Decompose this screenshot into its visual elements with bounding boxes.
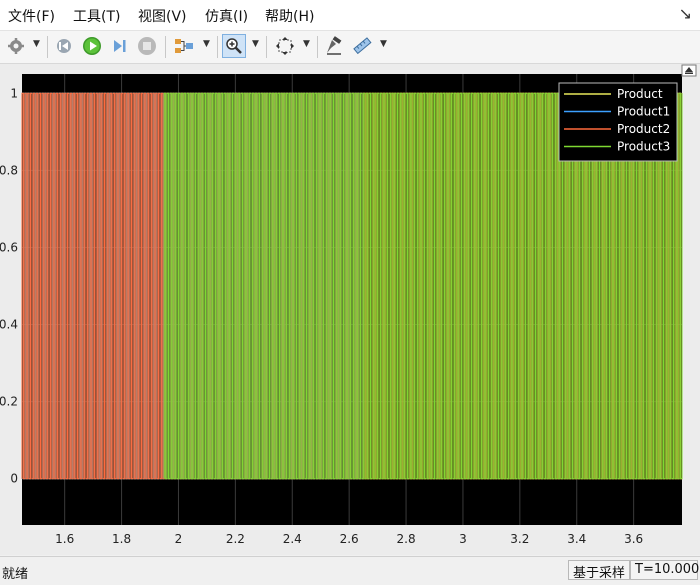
x-tick-label: 1.8	[112, 532, 131, 546]
y-tick-label: 0.8	[0, 163, 18, 177]
menu-file[interactable]: 文件(F)	[8, 6, 55, 26]
gear-dropdown-icon[interactable]: ▼	[33, 39, 40, 49]
status-text: 就绪	[2, 567, 29, 582]
x-tick-label: 1.6	[55, 532, 74, 546]
x-tick-label: 3.2	[510, 532, 529, 546]
y-tick-label: 0.2	[0, 395, 18, 409]
measure-icon[interactable]	[350, 34, 374, 58]
toolbar: ▼ ▼ ▼ ▼ ▼	[0, 31, 700, 64]
fit-dropdown-icon[interactable]: ▼	[303, 39, 310, 49]
sample-mode-indicator: 基于采样	[568, 560, 631, 581]
scope-chart[interactable]: 1.6 1.8 2 2.2 2.4 2.6 2.8 3 3.2 3.4 3.6 0 0.2 0.4 0.6 0…	[0, 64, 700, 555]
y-tick-label: 0.4	[0, 318, 18, 332]
legend-label: Product1	[617, 105, 670, 119]
x-tick-label: 3.4	[567, 532, 586, 546]
legend[interactable]: Product Product1 Product2 Product3	[558, 82, 678, 162]
toolbar-separator	[165, 36, 166, 58]
legend-label: Product2	[617, 122, 670, 136]
x-tick-label: 3.6	[624, 532, 643, 546]
x-tick-label: 2.4	[283, 532, 302, 546]
toolbar-separator	[47, 36, 48, 58]
signal-select-icon[interactable]	[172, 34, 196, 58]
signal-select-dropdown-icon[interactable]: ▼	[203, 39, 210, 49]
status-bar: 就绪 基于采样 T=10.000	[0, 556, 700, 585]
x-tick-label: 2	[175, 532, 183, 546]
play-icon[interactable]	[80, 34, 104, 58]
scope-plot-area: 1.6 1.8 2 2.2 2.4 2.6 2.8 3 3.2 3.4 3.6 0 0.2 0.4 0.6 0…	[0, 64, 700, 555]
step-forward-icon[interactable]	[107, 34, 131, 58]
menu-bar: 文件(F) 工具(T) 视图(V) 仿真(I) 帮助(H) ↘	[0, 0, 700, 31]
menu-view[interactable]: 视图(V)	[138, 6, 187, 26]
measure-dropdown-icon[interactable]: ▼	[380, 39, 387, 49]
menu-help[interactable]: 帮助(H)	[265, 6, 314, 26]
x-tick-label: 2.8	[397, 532, 416, 546]
x-tick-label: 2.2	[226, 532, 245, 546]
y-tick-label: 0	[10, 472, 18, 486]
stop-icon[interactable]	[135, 34, 159, 58]
undock-arrow-icon[interactable]: ↘	[679, 4, 692, 23]
toolbar-separator	[317, 36, 318, 58]
y-tick-label: 1	[10, 86, 18, 100]
menu-tools[interactable]: 工具(T)	[73, 6, 120, 26]
write-data-icon[interactable]	[322, 34, 346, 58]
x-tick-label: 2.6	[340, 532, 359, 546]
sim-time-indicator: T=10.000	[630, 560, 699, 580]
legend-label: Product	[617, 87, 663, 101]
zoom-dropdown-icon[interactable]: ▼	[252, 39, 259, 49]
gear-icon[interactable]	[4, 34, 28, 58]
toolbar-separator	[217, 36, 218, 58]
toolbar-separator	[266, 36, 267, 58]
restore-icon[interactable]	[681, 64, 697, 77]
legend-label: Product3	[617, 140, 670, 154]
fit-to-view-icon[interactable]	[273, 34, 297, 58]
x-tick-label: 3	[459, 532, 467, 546]
rewind-icon[interactable]	[53, 34, 77, 58]
menu-simulation[interactable]: 仿真(I)	[205, 6, 248, 26]
zoom-in-icon[interactable]	[222, 34, 246, 58]
y-tick-label: 0.6	[0, 240, 18, 254]
